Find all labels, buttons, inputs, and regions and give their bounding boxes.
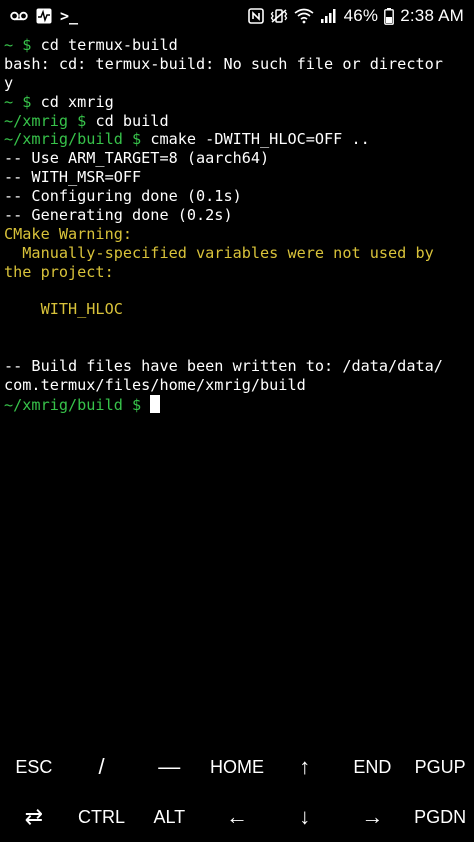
ctrl-key[interactable]: CTRL xyxy=(68,792,136,842)
wifi-icon xyxy=(294,8,314,24)
page-up-key[interactable]: PGUP xyxy=(406,742,474,792)
output-text: cd termux-build xyxy=(40,36,178,54)
signal-icon xyxy=(320,8,338,24)
page-down-key[interactable]: PGDN xyxy=(406,792,474,842)
shell-prompt: ~/xmrig/build $ xyxy=(4,395,151,414)
alt-key[interactable]: ALT xyxy=(135,792,203,842)
output-text: cmake -DWITH_HLOC=OFF .. xyxy=(150,130,370,149)
shell-prompt: ~ $ xyxy=(4,36,41,54)
text-cursor xyxy=(150,394,161,413)
arrow-up-key[interactable]: ↑ xyxy=(271,742,339,792)
terminal-line: bash: cd: termux-build: No such file or … xyxy=(4,55,470,74)
output-text: -- Generating done (0.2s) xyxy=(4,206,233,225)
terminal-line: -- Configuring done (0.1s) xyxy=(4,187,470,206)
terminal-line: com.termux/files/home/xmrig/build xyxy=(4,376,470,395)
output-text: com.termux/files/home/xmrig/build xyxy=(4,376,306,395)
esc-key[interactable]: ESC xyxy=(0,742,68,792)
terminal-line: ~ $ cd xmrig xyxy=(4,93,470,112)
end-key[interactable]: END xyxy=(339,742,407,792)
arrow-right-key[interactable]: → xyxy=(339,792,407,842)
output-text: cd xmrig xyxy=(40,92,114,111)
output-text: -- Use ARM_TARGET=8 (aarch64) xyxy=(4,149,270,168)
terminal-icon: >_ xyxy=(60,7,79,25)
status-bar: >_ 46% 2:38 AM xyxy=(0,0,474,32)
terminal-line: CMake Warning: xyxy=(4,225,470,244)
shell-prompt: ~/xmrig/build $ xyxy=(4,130,151,149)
warning-text: Manually-specified variables were not us… xyxy=(4,243,434,262)
terminal-line: the project: xyxy=(4,263,470,282)
output-text: bash: cd: termux-build: No such file or … xyxy=(4,54,443,73)
vibrate-icon xyxy=(270,8,288,24)
terminal-line: ~/xmrig $ cd build xyxy=(4,112,470,131)
terminal-line: -- Use ARM_TARGET=8 (aarch64) xyxy=(4,149,470,168)
terminal-line: Manually-specified variables were not us… xyxy=(4,244,470,263)
home-key[interactable]: HOME xyxy=(203,742,271,792)
shell-prompt: ~/xmrig $ xyxy=(4,111,96,130)
terminal-output[interactable]: ~ $ cd termux-build bash: cd: termux-buil… xyxy=(4,36,470,414)
output-text: -- WITH_MSR=OFF xyxy=(4,168,142,187)
arrow-down-key[interactable]: ↓ xyxy=(271,792,339,842)
status-left: >_ xyxy=(10,7,78,25)
warning-text: the project: xyxy=(4,262,114,281)
battery-icon xyxy=(384,7,395,25)
dash-key[interactable]: — xyxy=(135,742,203,792)
output-text: cd build xyxy=(95,111,169,130)
warning-text: CMake Warning: xyxy=(4,224,133,243)
clock: 2:38 AM xyxy=(400,6,464,25)
arrow-left-key[interactable]: ← xyxy=(203,792,271,842)
nfc-icon xyxy=(247,8,264,24)
battery-percent: 46% xyxy=(343,6,379,25)
output-text: -- Build files have been written to: /da… xyxy=(4,357,443,376)
terminal-line: -- Generating done (0.2s) xyxy=(4,206,470,225)
activity-icon xyxy=(36,8,52,24)
voicemail-icon xyxy=(10,10,28,22)
slash-key[interactable]: / xyxy=(68,742,136,792)
terminal-line: -- WITH_MSR=OFF xyxy=(4,168,470,187)
warning-text: WITH_HLOC xyxy=(4,300,123,319)
status-right: 46% 2:38 AM xyxy=(247,6,464,26)
output-text: -- Configuring done (0.1s) xyxy=(4,187,242,206)
terminal-line: y xyxy=(4,74,470,93)
terminal-line: ~/xmrig/build $ xyxy=(4,394,470,414)
shell-prompt: ~ $ xyxy=(4,92,41,111)
output-text: y xyxy=(4,73,14,92)
switch-keys-icon[interactable]: ⇄ xyxy=(0,792,68,842)
terminal-line: ~/xmrig/build $ cmake -DWITH_HLOC=OFF .. xyxy=(4,130,470,149)
terminal-line: -- Build files have been written to: /da… xyxy=(4,357,470,376)
extra-keys-bar: ESC / — HOME ↑ END PGUP ⇄ CTRL ALT ← ↓ → PGDN xyxy=(0,742,474,842)
terminal-line: ~ $ cd termux-build xyxy=(4,36,470,55)
terminal-line: WITH_HLOC xyxy=(4,300,470,319)
